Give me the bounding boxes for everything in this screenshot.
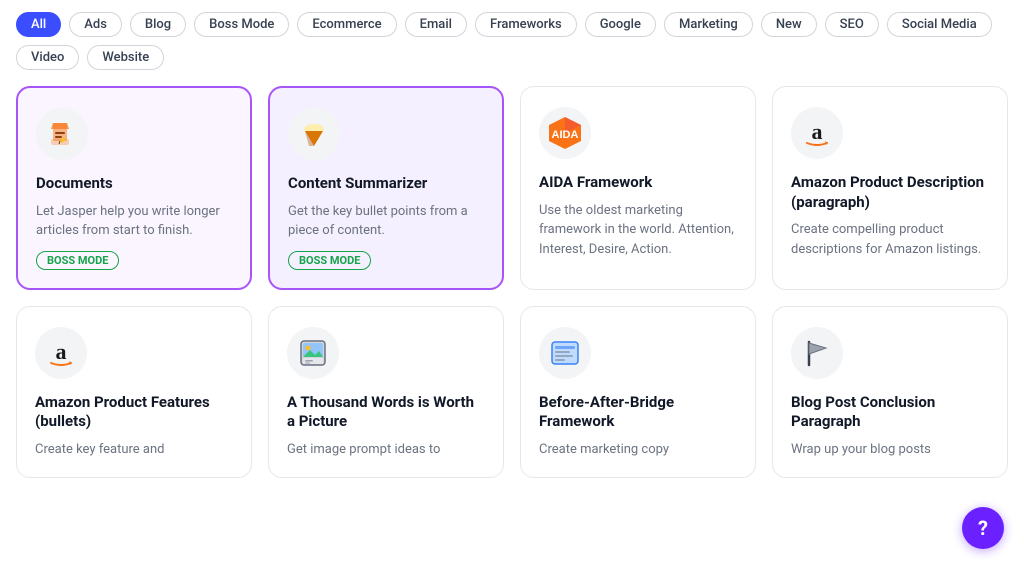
svg-text:a: a bbox=[812, 119, 823, 144]
card-before-after-bridge[interactable]: Before-After-Bridge Framework Create mark… bbox=[520, 306, 756, 479]
card-title: Content Summarizer bbox=[288, 174, 484, 194]
amazon-icon: a bbox=[35, 327, 87, 379]
cards-grid: Documents Let Jasper help you write longe… bbox=[16, 86, 1008, 478]
svg-text:AIDA: AIDA bbox=[552, 129, 579, 141]
card-amazon-product-features[interactable]: a Amazon Product Features (bullets) Creat… bbox=[16, 306, 252, 479]
card-title: Amazon Product Features (bullets) bbox=[35, 393, 233, 432]
filter-tag-new[interactable]: New bbox=[761, 12, 817, 37]
filter-tag-seo[interactable]: SEO bbox=[825, 12, 879, 37]
amazon-icon: a bbox=[791, 107, 843, 159]
filter-tag-email[interactable]: Email bbox=[405, 12, 467, 37]
card-badge: BOSS MODE bbox=[36, 251, 119, 270]
card-desc: Get image prompt ideas to bbox=[287, 440, 485, 460]
card-title: AIDA Framework bbox=[539, 173, 737, 193]
card-badge: BOSS MODE bbox=[288, 251, 371, 270]
card-desc: Wrap up your blog posts bbox=[791, 440, 989, 460]
card-desc: Create marketing copy bbox=[539, 440, 737, 460]
card-title: Documents bbox=[36, 174, 232, 194]
card-blog-post-conclusion[interactable]: Blog Post Conclusion Paragraph Wrap up yo… bbox=[772, 306, 1008, 479]
filter-tag-frameworks[interactable]: Frameworks bbox=[475, 12, 577, 37]
card-aida-framework[interactable]: AIDA AIDA Framework Use the oldest market… bbox=[520, 86, 756, 290]
filter-tag-ads[interactable]: Ads bbox=[69, 12, 122, 37]
filter-tag-ecommerce[interactable]: Ecommerce bbox=[297, 12, 396, 37]
filter-tag-boss-mode[interactable]: Boss Mode bbox=[194, 12, 289, 37]
picture-icon bbox=[287, 327, 339, 379]
pencil-icon bbox=[36, 108, 88, 160]
card-title: Blog Post Conclusion Paragraph bbox=[791, 393, 989, 432]
filter-tag-google[interactable]: Google bbox=[585, 12, 656, 37]
filter-tag-all[interactable]: All bbox=[16, 12, 61, 37]
card-title: Before-After-Bridge Framework bbox=[539, 393, 737, 432]
filter-tag-blog[interactable]: Blog bbox=[130, 12, 186, 37]
card-documents[interactable]: Documents Let Jasper help you write longe… bbox=[16, 86, 252, 290]
svg-text:a: a bbox=[56, 339, 67, 364]
card-desc: Create key feature and bbox=[35, 440, 233, 460]
cone-icon bbox=[288, 108, 340, 160]
aida-icon: AIDA bbox=[539, 107, 591, 159]
card-amazon-product-desc[interactable]: a Amazon Product Description (paragraph)… bbox=[772, 86, 1008, 290]
bab-icon bbox=[539, 327, 591, 379]
card-desc: Use the oldest marketing framework in th… bbox=[539, 201, 737, 260]
filter-tags: All Ads Blog Boss Mode Ecommerce Email Framewo… bbox=[16, 12, 1008, 70]
help-button[interactable]: ? bbox=[962, 507, 1004, 549]
card-title: A Thousand Words is Worth a Picture bbox=[287, 393, 485, 432]
card-thousand-words[interactable]: A Thousand Words is Worth a Picture Get i… bbox=[268, 306, 504, 479]
card-desc: Get the key bullet points from a piece o… bbox=[288, 202, 484, 241]
card-content-summarizer[interactable]: Content Summarizer Get the key bullet poi… bbox=[268, 86, 504, 290]
filter-tag-social-media[interactable]: Social Media bbox=[887, 12, 992, 37]
flag-icon bbox=[791, 327, 843, 379]
card-desc: Let Jasper help you write longer article… bbox=[36, 202, 232, 241]
card-desc: Create compelling product descriptions f… bbox=[791, 220, 989, 259]
filter-tag-video[interactable]: Video bbox=[16, 45, 79, 70]
filter-tag-website[interactable]: Website bbox=[87, 45, 164, 70]
filter-tag-marketing[interactable]: Marketing bbox=[664, 12, 753, 37]
card-title: Amazon Product Description (paragraph) bbox=[791, 173, 989, 212]
